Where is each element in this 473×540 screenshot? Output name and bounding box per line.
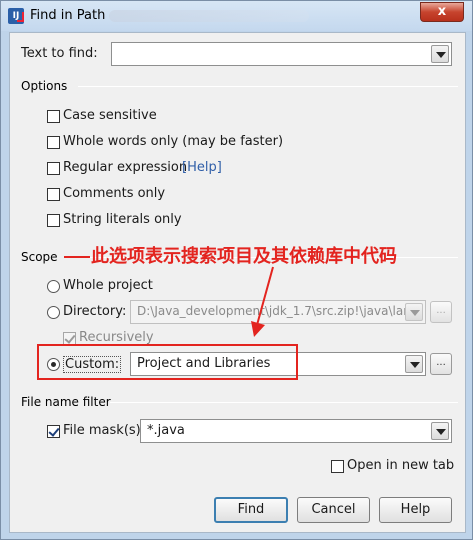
comments-only-label[interactable]: Comments only	[63, 186, 165, 201]
find-in-path-dialog: IJ Find in Path x Text to find: Options …	[0, 0, 473, 540]
text-to-find-label: Text to find:	[21, 46, 98, 61]
whole-project-radio[interactable]	[47, 280, 60, 293]
custom-scope-browse-button[interactable]: ...	[430, 353, 452, 375]
find-button[interactable]: Find	[214, 497, 288, 523]
file-mask-combo[interactable]: *.java	[140, 419, 452, 443]
recursively-label[interactable]: Recursively	[79, 330, 154, 345]
whole-words-checkbox[interactable]	[47, 136, 60, 149]
close-button[interactable]: x	[420, 2, 464, 22]
string-literals-checkbox[interactable]	[47, 214, 60, 227]
regex-checkbox[interactable]	[47, 162, 60, 175]
string-literals-label[interactable]: String literals only	[63, 212, 182, 227]
chevron-down-icon[interactable]	[431, 45, 449, 63]
options-header: Options	[21, 79, 68, 93]
regex-label[interactable]: Regular expression	[63, 160, 187, 175]
directory-browse-button[interactable]: ...	[430, 301, 452, 323]
directory-radio[interactable]	[47, 306, 60, 319]
window-title: Find in Path	[30, 8, 106, 23]
regex-help-link[interactable]: [Help]	[182, 160, 222, 175]
blurred-title-area	[109, 10, 309, 22]
chevron-down-icon[interactable]	[405, 355, 423, 373]
annotation-line	[64, 256, 90, 258]
dialog-content: Text to find: Options Case sensitive Who…	[9, 32, 466, 533]
cancel-button[interactable]: Cancel	[297, 497, 370, 523]
file-filter-header: File name filter	[21, 395, 111, 409]
title-bar: IJ Find in Path x	[1, 1, 472, 31]
case-sensitive-label[interactable]: Case sensitive	[63, 108, 157, 123]
file-mask-label[interactable]: File mask(s)	[63, 423, 141, 438]
chevron-down-icon[interactable]	[405, 303, 423, 321]
chevron-down-icon[interactable]	[431, 422, 449, 440]
whole-project-label[interactable]: Whole project	[63, 278, 153, 293]
highlight-box	[37, 344, 298, 380]
directory-label[interactable]: Directory:	[63, 304, 126, 319]
options-divider	[78, 86, 458, 87]
whole-words-label[interactable]: Whole words only (may be faster)	[63, 134, 283, 149]
help-button[interactable]: Help	[379, 497, 452, 523]
file-mask-checkbox[interactable]	[47, 425, 60, 438]
open-in-new-tab-checkbox[interactable]	[331, 460, 344, 473]
annotation-arrow-icon	[251, 266, 274, 337]
case-sensitive-checkbox[interactable]	[47, 110, 60, 123]
text-to-find-combo[interactable]	[111, 42, 452, 66]
file-mask-value[interactable]: *.java	[147, 423, 185, 438]
comments-only-checkbox[interactable]	[47, 188, 60, 201]
open-in-new-tab-label[interactable]: Open in new tab	[347, 458, 454, 473]
file-filter-divider	[110, 402, 458, 403]
intellij-app-icon: IJ	[8, 8, 24, 24]
scope-header: Scope	[21, 250, 58, 264]
